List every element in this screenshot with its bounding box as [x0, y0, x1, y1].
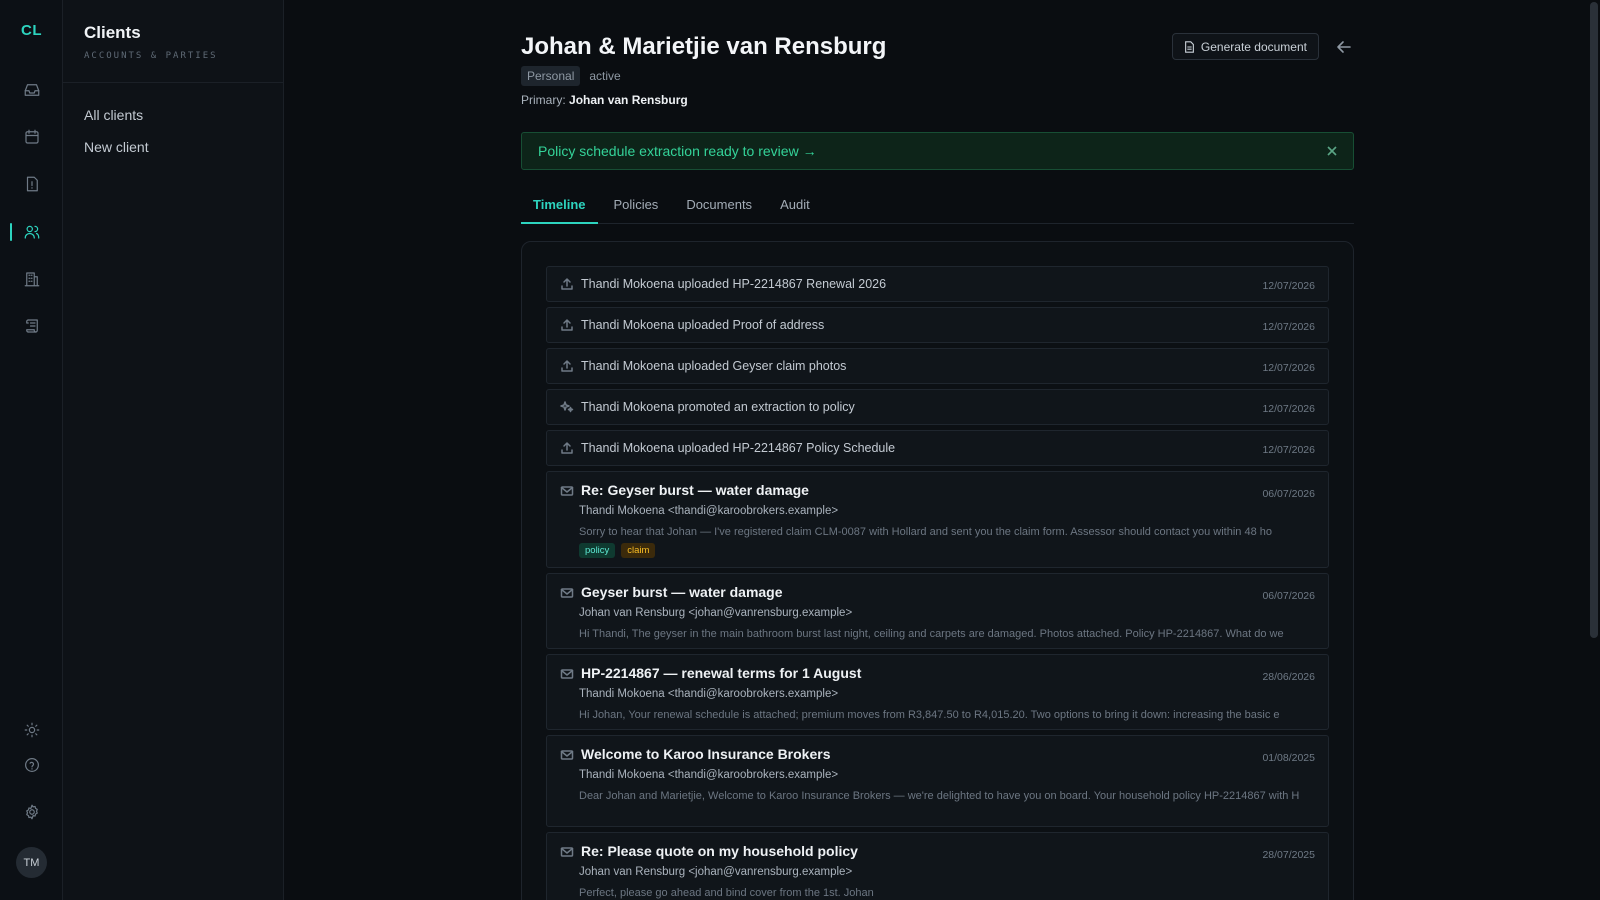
event-date: 12/07/2026 [1262, 403, 1315, 415]
email-subject: HP-2214867 — renewal terms for 1 August [581, 665, 862, 681]
event-date: 12/07/2026 [1262, 321, 1315, 333]
email-snippet: Hi Johan, Your renewal schedule is attac… [579, 709, 1280, 721]
event-text: Thandi Mokoena uploaded Proof of address [581, 318, 825, 332]
email-from: Johan van Rensburg <johan@vanrensburg.ex… [579, 607, 853, 619]
mail-icon [560, 748, 574, 762]
client-type-badge: Personal [521, 66, 581, 86]
timeline-event[interactable]: Thandi Mokoena promoted an extraction to… [546, 389, 1329, 425]
email-from: Thandi Mokoena <thandi@karoobrokers.exam… [579, 688, 839, 700]
email-item[interactable]: Welcome to Karoo Insurance Brokers 01/08… [546, 735, 1329, 827]
event-text: Thandi Mokoena promoted an extraction to… [581, 400, 855, 414]
email-item[interactable]: Re: Geyser burst — water damage 06/07/20… [546, 471, 1329, 568]
alert-file-icon[interactable] [0, 168, 63, 200]
nav-all-clients[interactable]: All clients [63, 99, 283, 131]
users-icon[interactable] [0, 216, 63, 248]
section-title: Clients [84, 23, 141, 42]
sparkle-icon [560, 400, 574, 414]
event-date: 12/07/2026 [1262, 362, 1315, 374]
primary-contact: Primary: Johan van Rensburg [521, 93, 688, 107]
extraction-banner: Policy schedule extraction ready to revi… [521, 132, 1354, 170]
section-header: Clients ACCOUNTS & PARTIES [63, 0, 283, 83]
email-date: 06/07/2026 [1262, 590, 1315, 602]
upload-icon [560, 318, 574, 332]
email-from: Johan van Rensburg <johan@vanrensburg.ex… [579, 866, 853, 878]
email-date: 06/07/2026 [1262, 488, 1315, 500]
timeline-event[interactable]: Thandi Mokoena uploaded Geyser claim pho… [546, 348, 1329, 384]
status-badge: active [589, 69, 621, 83]
event-date: 12/07/2026 [1262, 444, 1315, 456]
mail-icon [560, 845, 574, 859]
mail-icon [560, 484, 574, 498]
sun-icon[interactable] [0, 714, 63, 746]
email-from: Thandi Mokoena <thandi@karoobrokers.exam… [579, 505, 839, 517]
section-nav: All clients New client [63, 83, 283, 163]
email-labels: policy claim [579, 543, 656, 558]
email-snippet: Hi Thandi, The geyser in the main bathro… [579, 628, 1284, 640]
timeline-panel: Thandi Mokoena uploaded HP-2214867 Renew… [521, 241, 1354, 900]
generate-document-label: Generate document [1200, 39, 1307, 54]
label-policy[interactable]: policy [579, 543, 616, 558]
upload-icon [560, 441, 574, 455]
close-icon[interactable] [1325, 144, 1339, 158]
section-subtitle: ACCOUNTS & PARTIES [84, 51, 218, 61]
generate-document-button[interactable]: Generate document [1171, 33, 1319, 60]
email-subject: Re: Geyser burst — water damage [581, 482, 809, 498]
client-tags: Personal active [521, 66, 621, 86]
avatar[interactable]: TM [16, 847, 47, 878]
client-detail: Johan & Marietjie van Rensburg Personal … [521, 0, 1354, 900]
event-date: 12/07/2026 [1262, 280, 1315, 292]
email-date: 28/06/2026 [1262, 671, 1315, 683]
banner-review-link[interactable]: Policy schedule extraction ready to revi… [538, 143, 817, 159]
nav-new-client[interactable]: New client [63, 131, 283, 163]
calendar-icon[interactable] [0, 121, 63, 153]
client-header: Johan & Marietjie van Rensburg Personal … [521, 0, 1354, 120]
help-icon[interactable] [0, 749, 63, 781]
upload-icon [560, 359, 574, 373]
email-snippet: Dear Johan and Marietjie, Welcome to Kar… [579, 790, 1300, 802]
event-text: Thandi Mokoena uploaded HP-2214867 Renew… [581, 277, 887, 291]
tab-documents[interactable]: Documents [674, 187, 764, 224]
timeline-event[interactable]: Thandi Mokoena uploaded HP-2214867 Renew… [546, 266, 1329, 302]
tab-policies[interactable]: Policies [602, 187, 671, 224]
email-date: 01/08/2025 [1262, 752, 1315, 764]
timeline-list: Thandi Mokoena uploaded HP-2214867 Renew… [546, 266, 1329, 900]
client-tabs: Timeline Policies Documents Audit [521, 187, 1354, 224]
email-from: Thandi Mokoena <thandi@karoobrokers.exam… [579, 769, 839, 781]
gear-icon[interactable] [0, 796, 63, 828]
email-item[interactable]: HP-2214867 — renewal terms for 1 August … [546, 654, 1329, 730]
email-snippet: Sorry to hear that Johan — I've register… [579, 526, 1272, 538]
email-item[interactable]: Re: Please quote on my household policy … [546, 832, 1329, 900]
upload-icon [560, 277, 574, 291]
scroll-icon[interactable] [0, 310, 63, 342]
scrollbar[interactable] [1590, 0, 1600, 900]
mail-icon [560, 667, 574, 681]
app-logo[interactable]: CL [0, 22, 63, 39]
email-item[interactable]: Geyser burst — water damage 06/07/2026 J… [546, 573, 1329, 649]
email-subject: Re: Please quote on my household policy [581, 843, 858, 859]
section-sidebar: Clients ACCOUNTS & PARTIES All clients N… [63, 0, 284, 900]
email-subject: Welcome to Karoo Insurance Brokers [581, 746, 831, 762]
tab-audit[interactable]: Audit [768, 187, 822, 224]
inbox-icon[interactable] [0, 74, 63, 106]
timeline-event[interactable]: Thandi Mokoena uploaded HP-2214867 Polic… [546, 430, 1329, 466]
mail-icon [560, 586, 574, 600]
email-subject: Geyser burst — water damage [581, 584, 783, 600]
email-date: 28/07/2025 [1262, 849, 1315, 861]
page-title: Johan & Marietjie van Rensburg [521, 33, 887, 60]
scrollbar-thumb[interactable] [1590, 2, 1598, 638]
event-text: Thandi Mokoena uploaded Geyser claim pho… [581, 359, 847, 373]
timeline-event[interactable]: Thandi Mokoena uploaded Proof of address… [546, 307, 1329, 343]
primary-name[interactable]: Johan van Rensburg [569, 93, 688, 107]
event-text: Thandi Mokoena uploaded HP-2214867 Polic… [581, 441, 896, 455]
document-icon [1185, 40, 1194, 53]
icon-rail: CL TM [0, 0, 63, 900]
label-claim[interactable]: claim [621, 543, 656, 558]
email-snippet: Perfect, please go ahead and bind cover … [579, 887, 874, 899]
building-icon[interactable] [0, 263, 63, 295]
tab-timeline[interactable]: Timeline [521, 187, 598, 224]
primary-label: Primary: [521, 93, 566, 107]
back-arrow-icon[interactable] [1334, 37, 1354, 57]
